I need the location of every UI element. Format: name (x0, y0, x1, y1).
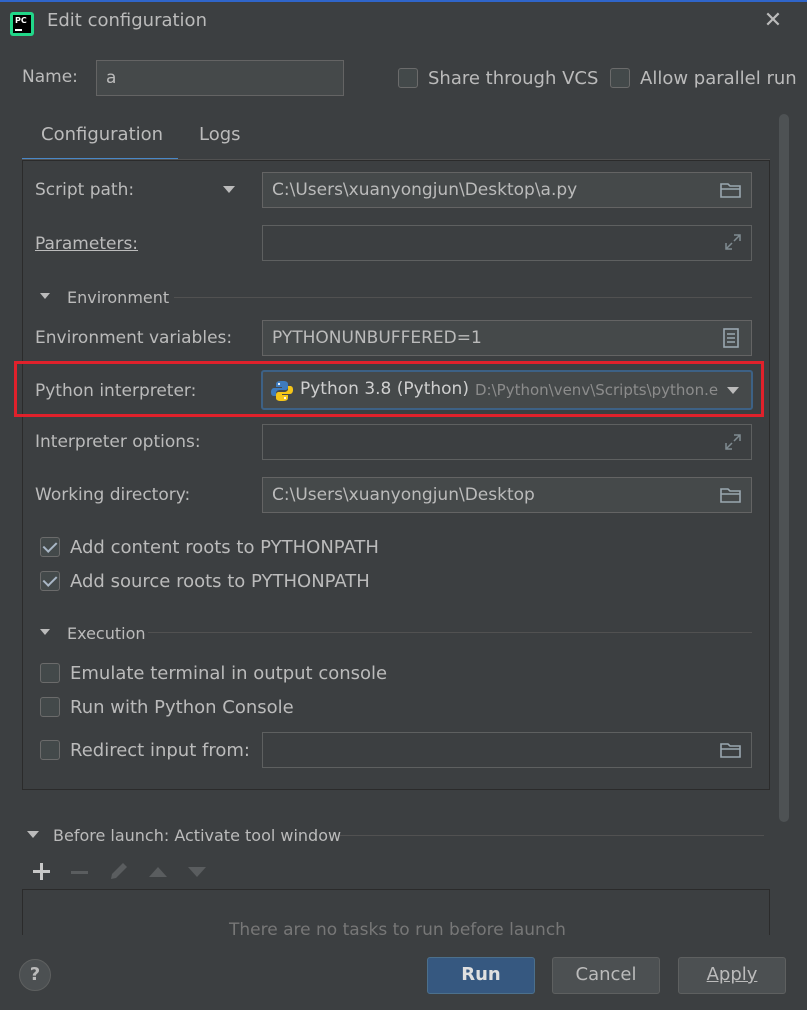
execution-section-label[interactable]: Execution (67, 624, 146, 643)
scrollbar[interactable] (779, 114, 789, 822)
window-title: Edit configuration (47, 10, 207, 31)
python-console-label[interactable]: Run with Python Console (70, 697, 294, 718)
working-dir-label: Working directory: (35, 485, 191, 505)
chevron-down-icon[interactable] (727, 387, 739, 394)
cancel-button[interactable]: Cancel (552, 957, 660, 994)
remove-icon[interactable] (71, 871, 88, 874)
redirect-input-label[interactable]: Redirect input from: (70, 740, 250, 761)
source-roots-checkbox[interactable] (40, 571, 60, 591)
redirect-input-field[interactable] (262, 732, 752, 768)
content-roots-label[interactable]: Add content roots to PYTHONPATH (70, 537, 379, 558)
source-roots-label[interactable]: Add source roots to PYTHONPATH (70, 571, 370, 592)
environment-section-label[interactable]: Environment (67, 288, 169, 307)
interpreter-options-input[interactable] (262, 424, 752, 460)
script-type-dropdown-icon[interactable] (223, 186, 235, 193)
before-launch-title[interactable]: Before launch: Activate tool window (53, 826, 341, 845)
interpreter-label: Python interpreter: (35, 381, 197, 401)
env-vars-label: Environment variables: (35, 328, 233, 348)
name-label: Name: (22, 67, 78, 87)
python-icon (271, 381, 293, 401)
help-button[interactable]: ? (19, 959, 51, 991)
window-top-border (0, 0, 807, 2)
env-vars-input[interactable]: PYTHONUNBUFFERED=1 (262, 320, 752, 356)
folder-icon[interactable] (720, 741, 742, 759)
before-launch-list[interactable]: There are no tasks to run before launch (22, 889, 770, 935)
parallel-run-label[interactable]: Allow parallel run (640, 68, 797, 89)
parameters-input[interactable] (262, 225, 752, 261)
interpreter-name: Python 3.8 (Python) (300, 379, 469, 399)
expand-icon[interactable] (724, 233, 742, 251)
environment-separator (174, 297, 752, 298)
before-launch-empty-text: There are no tasks to run before launch (229, 920, 566, 935)
interpreter-options-label: Interpreter options: (35, 432, 201, 452)
add-icon[interactable] (31, 860, 53, 882)
tab-logs[interactable]: Logs (199, 124, 241, 145)
parallel-run-checkbox[interactable] (610, 68, 630, 88)
apply-button[interactable]: Apply (678, 957, 786, 994)
tab-configuration-label: Configuration (41, 124, 164, 145)
close-icon[interactable]: ✕ (762, 10, 784, 32)
parameters-label: Parameters: (35, 234, 138, 254)
execution-collapse-icon[interactable] (40, 629, 50, 635)
script-path-label: Script path: (35, 180, 135, 200)
parameters-label-text: Parameters: (35, 234, 139, 254)
tab-configuration[interactable]: Configuration (22, 114, 178, 161)
emulate-terminal-checkbox[interactable] (40, 663, 60, 683)
edit-pencil-icon[interactable] (108, 860, 130, 882)
before-launch-collapse-icon[interactable] (27, 831, 39, 838)
pycharm-app-icon: PC (10, 12, 34, 36)
share-vcs-checkbox[interactable] (398, 68, 418, 88)
move-up-icon[interactable] (149, 867, 167, 877)
run-button[interactable]: Run (427, 957, 535, 994)
before-launch-separator (340, 835, 764, 836)
apply-button-label: Apply (706, 964, 758, 985)
script-path-input[interactable]: C:\Users\xuanyongjun\Desktop\a.py (262, 172, 752, 208)
interpreter-dropdown[interactable]: Python 3.8 (Python) D:\Python\venv\Scrip… (261, 370, 753, 410)
name-input[interactable]: a (96, 60, 344, 96)
expand-icon[interactable] (724, 433, 742, 451)
document-icon[interactable] (722, 328, 740, 348)
execution-separator (148, 632, 752, 633)
folder-icon[interactable] (720, 181, 742, 199)
interpreter-path: D:\Python\venv\Scripts\python.e (475, 381, 718, 399)
emulate-terminal-label[interactable]: Emulate terminal in output console (70, 663, 387, 684)
folder-icon[interactable] (720, 486, 742, 504)
content-roots-checkbox[interactable] (40, 537, 60, 557)
redirect-input-checkbox[interactable] (40, 740, 60, 760)
move-down-icon[interactable] (188, 867, 206, 877)
python-console-checkbox[interactable] (40, 697, 60, 717)
share-vcs-label[interactable]: Share through VCS (428, 68, 598, 89)
working-dir-input[interactable]: C:\Users\xuanyongjun\Desktop (262, 477, 752, 513)
environment-collapse-icon[interactable] (40, 293, 50, 299)
